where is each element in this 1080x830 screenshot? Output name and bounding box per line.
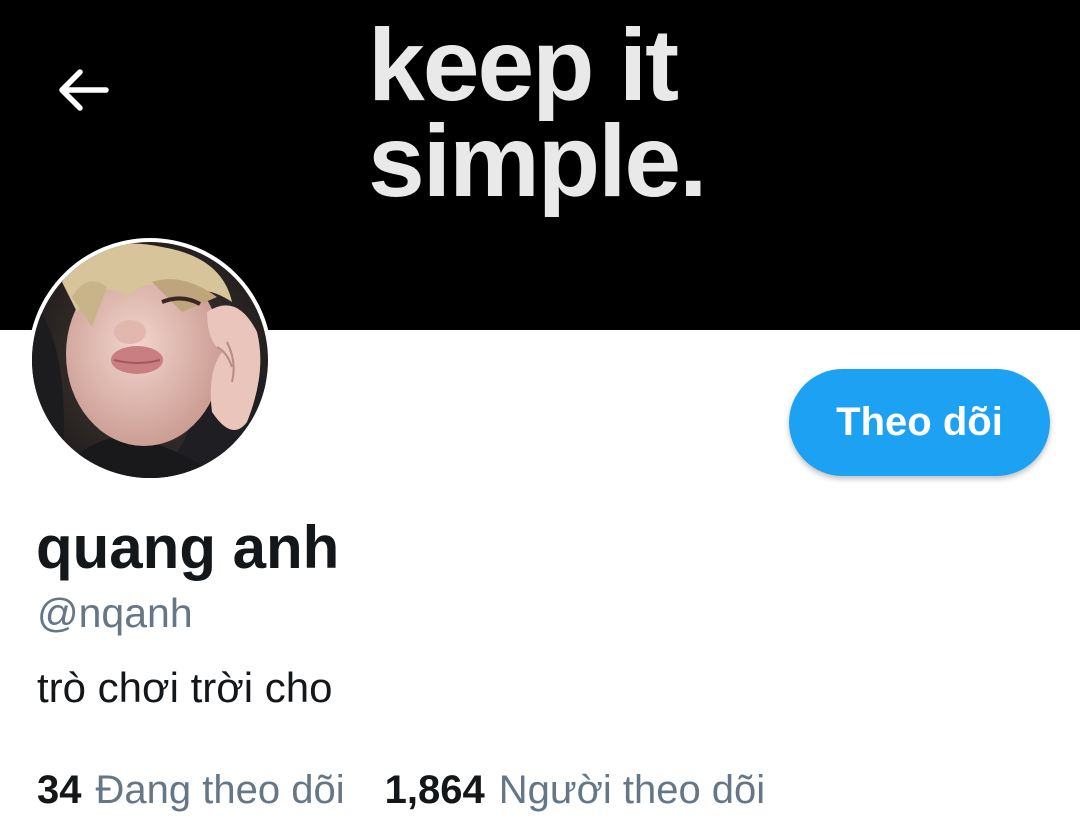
back-button[interactable] bbox=[52, 58, 116, 122]
banner-text-line-1: keep it bbox=[368, 8, 679, 122]
arrow-left-icon bbox=[59, 69, 109, 111]
followers-label: Người theo dõi bbox=[498, 768, 766, 812]
following-count: 34 bbox=[37, 768, 82, 812]
follow-button[interactable]: Theo dõi bbox=[789, 369, 1050, 476]
banner-text-line-2: simple. bbox=[368, 104, 707, 218]
followers-stat[interactable]: 1,864 Người theo dõi bbox=[385, 770, 766, 810]
profile-stats: 34 Đang theo dõi 1,864 Người theo dõi bbox=[37, 770, 765, 810]
username-handle: @nqanh bbox=[37, 590, 193, 636]
profile-bio: trò chơi trời cho bbox=[37, 664, 333, 711]
avatar[interactable] bbox=[28, 238, 272, 482]
followers-count: 1,864 bbox=[384, 768, 485, 812]
following-stat[interactable]: 34 Đang theo dõi bbox=[37, 770, 345, 810]
following-label: Đang theo dõi bbox=[95, 768, 345, 812]
avatar-photo bbox=[32, 242, 268, 478]
display-name: quang anh bbox=[36, 514, 340, 581]
